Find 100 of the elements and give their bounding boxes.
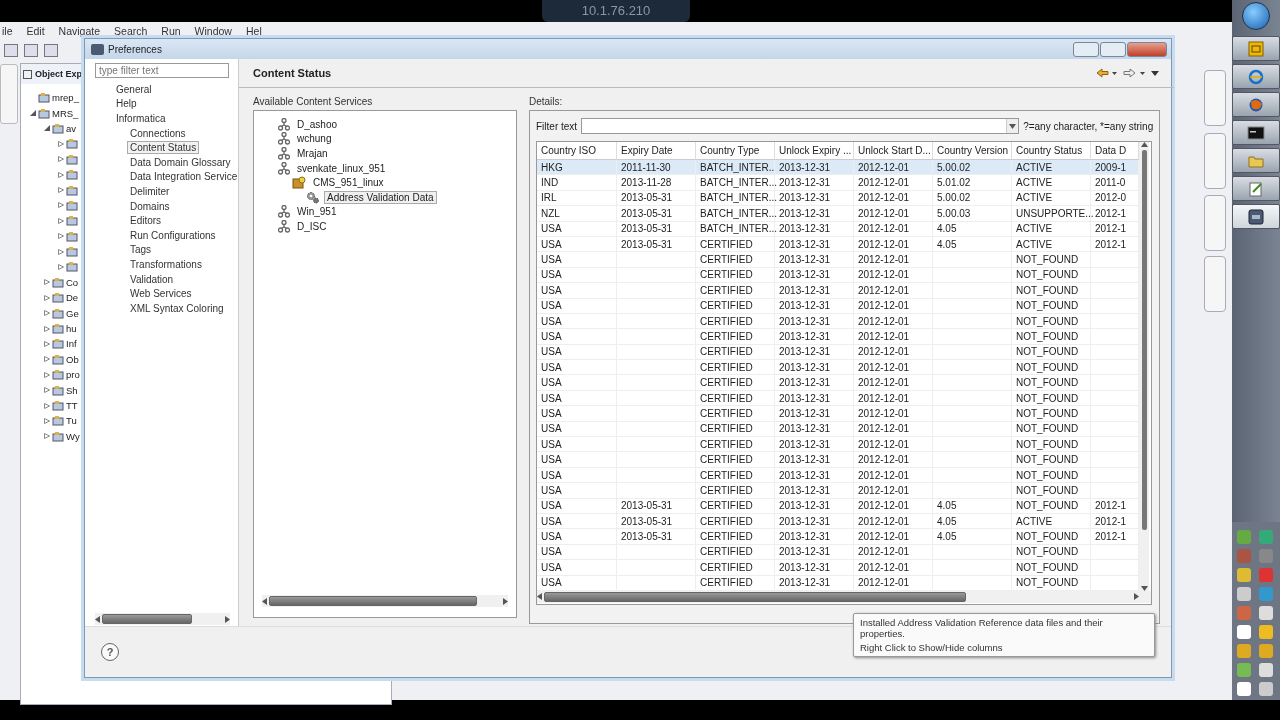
menu-item[interactable]: Run [161, 25, 181, 37]
tree-item[interactable]: MRS_ [52, 107, 79, 119]
expander-icon[interactable] [44, 387, 50, 394]
tree-item[interactable]: wchung [294, 132, 335, 146]
tree-item[interactable]: Wy [66, 430, 80, 442]
expander-icon[interactable] [44, 371, 50, 378]
nav-item[interactable]: Delimiter [127, 184, 173, 198]
tree-item[interactable]: D_ashoo [294, 117, 341, 131]
scroll-arrow-icon[interactable] [95, 615, 100, 623]
taskbar-button[interactable] [1232, 204, 1280, 229]
expander-icon[interactable] [44, 356, 50, 363]
nav-item[interactable]: Data Integration Service [127, 170, 241, 184]
taskbar-button[interactable] [1232, 176, 1280, 201]
expander-icon[interactable] [44, 310, 50, 317]
tree-item[interactable]: Address Validation Data [324, 190, 437, 204]
tree-item[interactable]: Tu [66, 415, 77, 427]
tree-item[interactable]: Win_951 [294, 205, 340, 219]
tree-item[interactable]: Sh [66, 384, 78, 396]
view-strip[interactable] [1204, 256, 1226, 312]
filter-field[interactable]: type filter text [95, 63, 229, 78]
menu-item[interactable]: Hel [245, 25, 262, 37]
tree-item[interactable]: De [66, 292, 79, 304]
expander-icon[interactable] [58, 140, 64, 147]
nav-item[interactable]: Tags [127, 243, 155, 257]
column-header[interactable]: Country ISO [537, 142, 617, 160]
tree-item[interactable]: Mrajan [294, 147, 331, 160]
expander-icon[interactable] [58, 171, 64, 178]
tree-item[interactable]: av [66, 122, 77, 134]
menu-item[interactable]: Window [194, 25, 232, 37]
column-header[interactable]: Country Status [1012, 142, 1091, 160]
tree-item[interactable]: D_ISC [294, 219, 330, 233]
expander-icon[interactable] [44, 402, 50, 409]
nav-item[interactable]: General [113, 82, 155, 96]
help-button[interactable]: ? [101, 643, 119, 661]
column-header[interactable]: Expiry Date [617, 142, 696, 160]
menu-item[interactable]: Edit [26, 25, 45, 37]
tree-item[interactable]: svenkate_linux_951 [294, 161, 389, 175]
nav-item[interactable]: Connections [127, 126, 189, 140]
menu-item[interactable]: Search [114, 25, 148, 37]
maximize-button[interactable] [1100, 41, 1126, 57]
nav-item[interactable]: Data Domain Glossary [127, 155, 234, 169]
tree-item[interactable]: Ob [66, 353, 79, 365]
column-header[interactable]: Country Version [933, 142, 1012, 160]
view-strip[interactable] [1204, 195, 1226, 251]
toolbar-icon[interactable] [44, 43, 58, 57]
filter-field[interactable] [581, 118, 1020, 134]
menu-item[interactable]: Navigate [58, 25, 101, 37]
expander-icon[interactable] [44, 294, 50, 301]
nav-item[interactable]: Transformations [127, 257, 205, 271]
expander-icon[interactable] [58, 217, 64, 224]
nav-item[interactable]: Content Status [127, 141, 200, 155]
nav-item[interactable]: XML Syntax Coloring [127, 301, 227, 315]
start-button[interactable] [1242, 2, 1270, 30]
expander-icon[interactable] [44, 340, 50, 347]
tree-item[interactable]: CMS_951_linux [310, 176, 387, 190]
tree-item[interactable]: TT [66, 400, 78, 411]
column-header[interactable]: Country Type [696, 142, 775, 160]
scrollbar[interactable] [95, 613, 230, 625]
nav-item[interactable]: Domains [127, 199, 173, 213]
view-strip[interactable] [1204, 133, 1226, 189]
expander-icon[interactable] [30, 110, 36, 117]
view-strip[interactable] [1204, 70, 1226, 126]
nav-item[interactable]: Validation [127, 272, 177, 286]
tree-item[interactable]: mrep_ [52, 92, 79, 104]
scroll-arrow-icon[interactable] [537, 593, 542, 601]
expander-icon[interactable] [44, 325, 50, 332]
column-header[interactable]: Unlock Start D... [854, 142, 933, 160]
expander-icon[interactable] [44, 279, 50, 286]
expander-icon[interactable] [44, 417, 50, 424]
minimize-button[interactable] [1073, 41, 1099, 57]
expander-icon[interactable] [44, 433, 50, 440]
column-header[interactable]: Data D [1091, 142, 1139, 160]
expander-icon[interactable] [58, 233, 64, 240]
scroll-arrow-icon[interactable] [503, 597, 508, 605]
dropdown-caret-icon[interactable] [1009, 123, 1017, 129]
expander-icon[interactable] [58, 248, 64, 255]
back-arrow-icon[interactable] [1096, 68, 1119, 78]
nav-item[interactable]: Help [113, 97, 140, 111]
expander-icon[interactable] [58, 264, 64, 270]
expander-icon[interactable] [58, 156, 64, 163]
scroll-arrow-icon[interactable] [225, 615, 230, 623]
expander-icon[interactable] [44, 125, 50, 132]
toolbar-icon[interactable] [24, 43, 38, 57]
menu-item[interactable]: ile [2, 25, 13, 37]
expander-icon[interactable] [58, 187, 64, 194]
tree-item[interactable]: Ge [66, 307, 79, 319]
nav-item[interactable]: Run Configurations [127, 228, 219, 242]
menu-caret-icon[interactable] [1150, 69, 1161, 77]
scrollbar[interactable] [262, 595, 508, 607]
forward-arrow-icon[interactable] [1122, 68, 1147, 78]
nav-item[interactable]: Informatica [113, 112, 169, 125]
nav-item[interactable]: Editors [127, 214, 165, 228]
tree-item[interactable]: pro [66, 369, 80, 381]
scroll-arrow-icon[interactable] [1140, 142, 1148, 147]
tree-item[interactable]: Inf [66, 338, 77, 350]
column-header[interactable]: Unlock Expiry ... [775, 142, 854, 160]
nav-item[interactable]: Web Services [127, 287, 195, 301]
scroll-arrow-icon[interactable] [262, 597, 267, 605]
scrollbar[interactable] [1139, 142, 1149, 591]
close-button[interactable] [1127, 41, 1167, 57]
